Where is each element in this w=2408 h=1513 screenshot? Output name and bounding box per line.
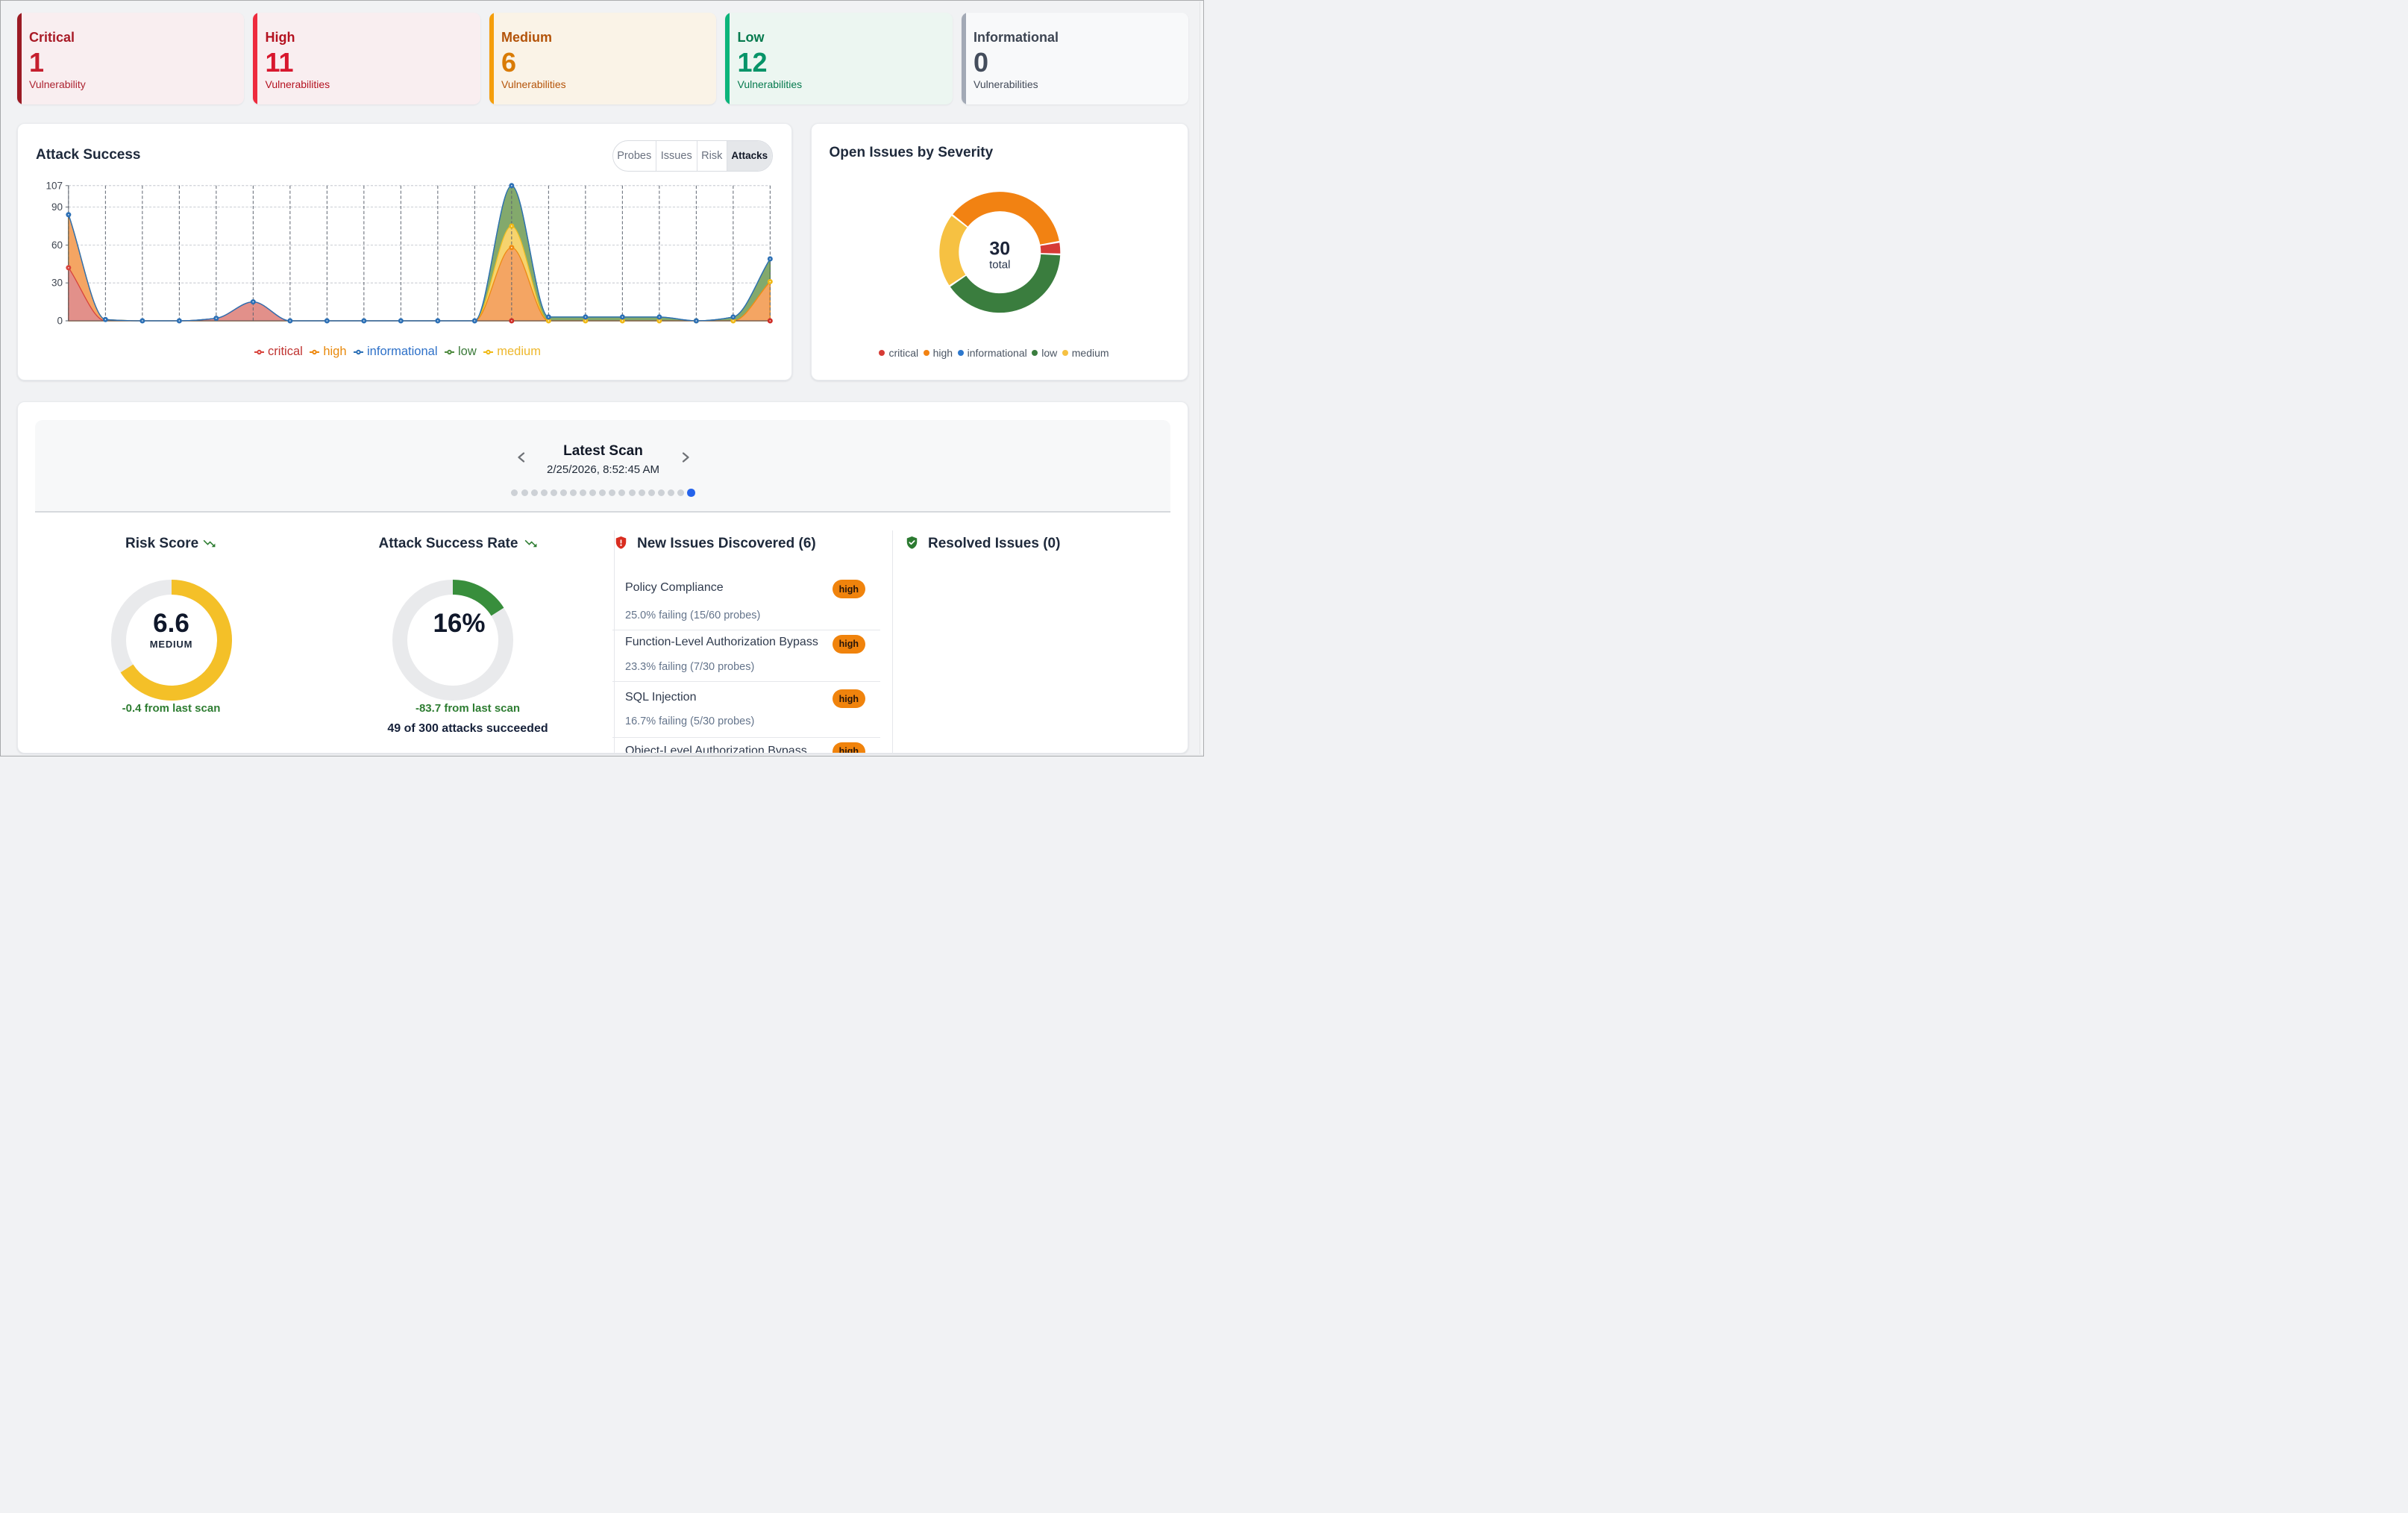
svg-text:30: 30	[989, 238, 1010, 259]
svg-text:total: total	[989, 258, 1010, 271]
svg-text:107: 107	[46, 180, 63, 191]
svg-text:30: 30	[51, 277, 62, 288]
svg-text:60: 60	[51, 239, 62, 250]
svg-text:90: 90	[51, 201, 62, 213]
svg-text:0: 0	[57, 315, 63, 326]
